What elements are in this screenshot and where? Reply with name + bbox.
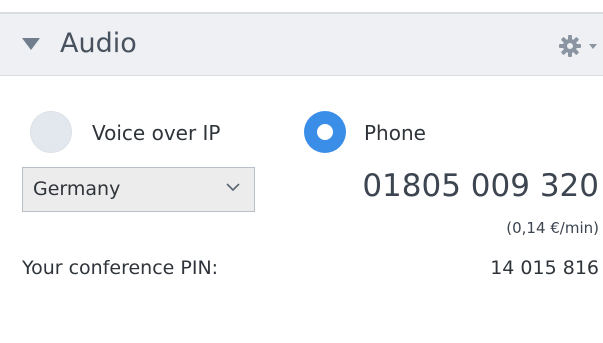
phone-radio-option[interactable]: Phone <box>304 111 464 155</box>
conference-pin-label: Your conference PIN: <box>22 257 219 279</box>
conference-pin-value: 14 015 816 <box>490 257 599 279</box>
chevron-down-icon <box>589 44 597 49</box>
panel-title: Audio <box>60 28 137 59</box>
gear-icon <box>559 35 597 57</box>
voip-label: Voice over IP <box>92 121 221 145</box>
phone-radio[interactable] <box>304 111 346 153</box>
country-select-value: Germany <box>33 178 121 200</box>
dial-in-number: 01805 009 320 <box>362 168 599 204</box>
audio-panel: Audio Voice over IP Phone Germany 01805 … <box>0 0 603 343</box>
settings-menu-button[interactable] <box>556 32 600 60</box>
voip-radio-option[interactable]: Voice over IP <box>30 111 250 155</box>
audio-panel-header[interactable]: Audio <box>0 12 603 76</box>
triangle-down-icon[interactable] <box>22 38 40 50</box>
voip-radio[interactable] <box>30 111 72 153</box>
top-strip <box>0 0 603 12</box>
phone-label: Phone <box>364 121 426 145</box>
dial-in-rate: (0,14 €/min) <box>506 219 599 237</box>
country-select[interactable]: Germany <box>22 167 255 212</box>
radio-selected-dot <box>317 124 333 140</box>
chevron-down-icon <box>226 183 240 192</box>
